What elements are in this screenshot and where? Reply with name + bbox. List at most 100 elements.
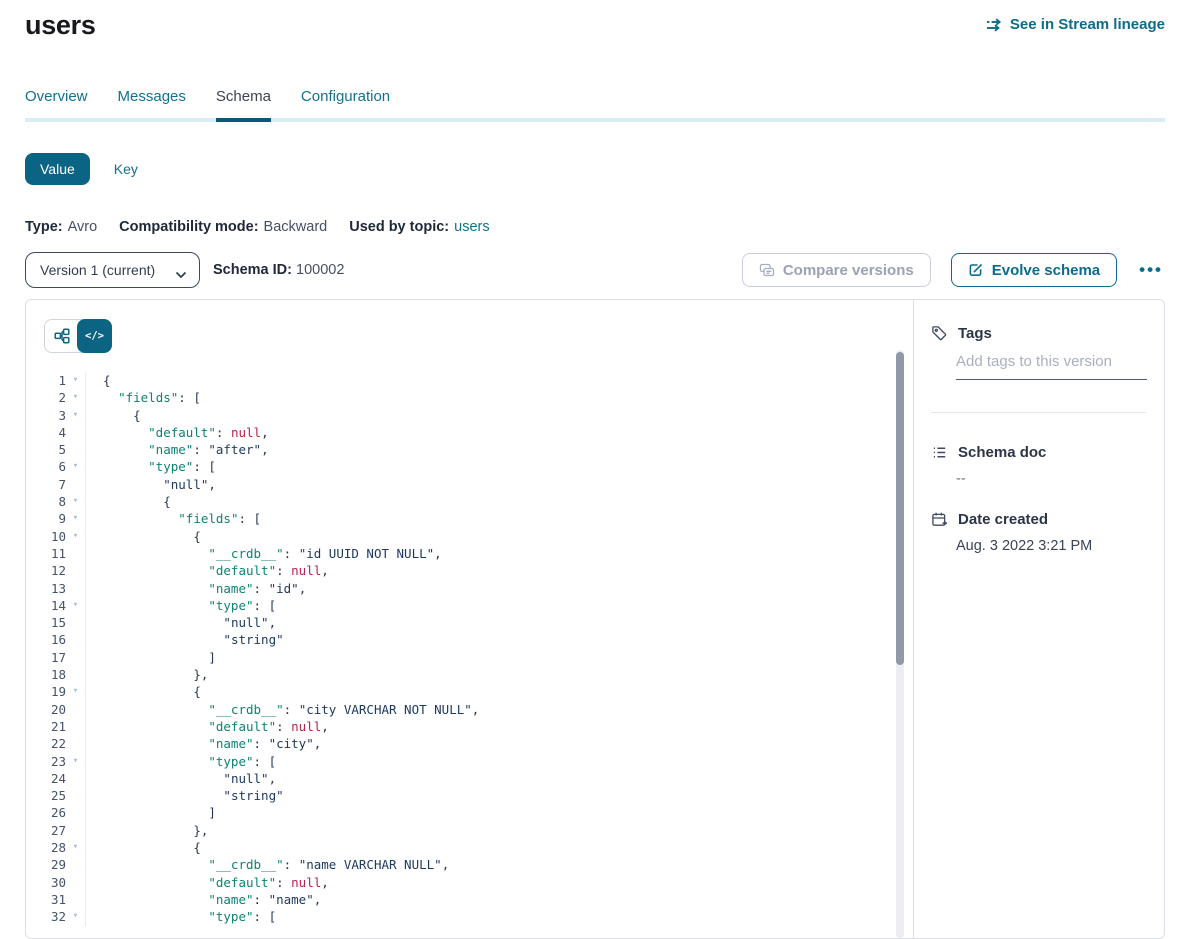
fold-toggle-icon[interactable]: ▾	[66, 458, 85, 475]
code-line: 10▾ {	[26, 528, 913, 545]
action-buttons: Compare versions Evolve schema •••	[742, 253, 1165, 287]
fold-toggle-icon[interactable]: ▾	[66, 407, 85, 424]
code-text: "name": "city",	[86, 735, 321, 752]
tags-input-wrap	[956, 353, 1146, 380]
version-select[interactable]: Version 1 (current)	[25, 252, 200, 288]
fold-spacer	[66, 631, 85, 648]
editor-view-toggle: </>	[44, 319, 112, 353]
meta-value-link[interactable]: users	[454, 219, 489, 235]
tab-overview[interactable]: Overview	[25, 88, 88, 118]
code-text: "__crdb__": "name VARCHAR NULL",	[86, 856, 449, 873]
code-text: "type": [	[86, 908, 276, 925]
code-text: "string"	[86, 631, 284, 648]
line-number: 3	[26, 407, 66, 424]
code-text: },	[86, 666, 208, 683]
code-line: 8▾ {	[26, 493, 913, 510]
line-number: 24	[26, 770, 66, 787]
code-editor: </> 1▾{2▾ "fields": [3▾ {4 "default": nu…	[26, 300, 913, 938]
fold-toggle-icon[interactable]: ▾	[66, 839, 85, 856]
line-number: 17	[26, 649, 66, 666]
key-tab-button[interactable]: Key	[114, 161, 138, 177]
code-line: 25 "string"	[26, 787, 913, 804]
sidebar-divider	[931, 412, 1146, 413]
code-text: "default": null,	[86, 874, 329, 891]
code-line: 27 },	[26, 822, 913, 839]
code-text: "null",	[86, 770, 276, 787]
code-text: ]	[86, 649, 216, 666]
fold-toggle-icon[interactable]: ▾	[66, 389, 85, 406]
tab-configuration[interactable]: Configuration	[301, 88, 390, 118]
code-line: 9▾ "fields": [	[26, 510, 913, 527]
fold-spacer	[66, 476, 85, 493]
fold-toggle-icon[interactable]: ▾	[66, 683, 85, 700]
fold-toggle-icon[interactable]: ▾	[66, 528, 85, 545]
code-line: 32▾ "type": [	[26, 908, 913, 925]
fold-spacer	[66, 545, 85, 562]
code-line: 14▾ "type": [	[26, 597, 913, 614]
line-number: 21	[26, 718, 66, 735]
code-line: 2▾ "fields": [	[26, 389, 913, 406]
fold-spacer	[66, 614, 85, 631]
code-text: {	[86, 493, 171, 510]
schema-id: Schema ID: 100002	[213, 262, 344, 278]
value-tab-button[interactable]: Value	[25, 153, 90, 185]
stream-lineage-label: See in Stream lineage	[1010, 16, 1165, 33]
meta-item: Type:Avro	[25, 219, 97, 235]
compare-versions-button[interactable]: Compare versions	[742, 253, 931, 287]
code-line: 21 "default": null,	[26, 718, 913, 735]
meta-label: Type:	[25, 219, 63, 235]
stream-lineage-link[interactable]: See in Stream lineage	[986, 16, 1165, 33]
tree-view-icon	[54, 328, 70, 344]
code-text: "name": "id",	[86, 580, 306, 597]
code-line: 12 "default": null,	[26, 562, 913, 579]
code-text: ]	[86, 804, 216, 821]
fold-toggle-icon[interactable]: ▾	[66, 753, 85, 770]
code-text: "name": "after",	[86, 441, 269, 458]
code-view-button[interactable]: </>	[77, 319, 112, 353]
tab-messages[interactable]: Messages	[118, 88, 186, 118]
code-text: "__crdb__": "id UUID NOT NULL",	[86, 545, 442, 562]
fold-toggle-icon[interactable]: ▾	[66, 372, 85, 389]
schema-doc-title: Schema doc	[958, 444, 1046, 461]
code-text: "__crdb__": "city VARCHAR NOT NULL",	[86, 701, 479, 718]
line-number: 28	[26, 839, 66, 856]
compare-versions-label: Compare versions	[783, 262, 914, 279]
add-tags-input[interactable]	[956, 353, 1147, 380]
fold-toggle-icon[interactable]: ▾	[66, 493, 85, 510]
fold-toggle-icon[interactable]: ▾	[66, 510, 85, 527]
schema-doc-value: --	[956, 471, 1146, 487]
scrollbar-track[interactable]	[896, 350, 904, 938]
fold-spacer	[66, 701, 85, 718]
version-select-wrap: Version 1 (current)	[25, 252, 200, 288]
stream-lineage-icon	[986, 17, 1003, 33]
code-line: 5 "name": "after",	[26, 441, 913, 458]
list-icon	[931, 444, 948, 461]
fold-toggle-icon[interactable]: ▾	[66, 597, 85, 614]
fold-toggle-icon[interactable]: ▾	[66, 908, 85, 925]
code-line: 28▾ {	[26, 839, 913, 856]
line-number: 22	[26, 735, 66, 752]
fold-spacer	[66, 562, 85, 579]
code-line: 22 "name": "city",	[26, 735, 913, 752]
line-number: 7	[26, 476, 66, 493]
code-text: "type": [	[86, 597, 276, 614]
fold-spacer	[66, 580, 85, 597]
more-actions-button[interactable]: •••	[1137, 260, 1165, 280]
fold-spacer	[66, 649, 85, 666]
code-text: "default": null,	[86, 718, 329, 735]
line-number: 20	[26, 701, 66, 718]
code-line: 29 "__crdb__": "name VARCHAR NULL",	[26, 856, 913, 873]
code-text: "default": null,	[86, 562, 329, 579]
tab-schema[interactable]: Schema	[216, 88, 271, 122]
value-key-toggle: Value Key	[25, 153, 1165, 185]
scrollbar-thumb[interactable]	[896, 352, 904, 665]
line-number: 12	[26, 562, 66, 579]
code-line: 4 "default": null,	[26, 424, 913, 441]
line-number: 4	[26, 424, 66, 441]
fold-spacer	[66, 822, 85, 839]
tree-view-button[interactable]	[45, 320, 78, 352]
evolve-schema-button[interactable]: Evolve schema	[951, 253, 1117, 287]
code-text: "fields": [	[86, 510, 261, 527]
code-line: 23▾ "type": [	[26, 753, 913, 770]
line-number: 1	[26, 372, 66, 389]
